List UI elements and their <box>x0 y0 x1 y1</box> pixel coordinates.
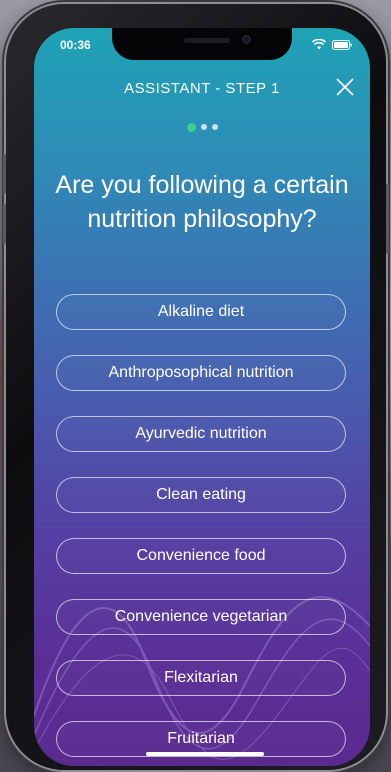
option-convenience-food[interactable]: Convenience food <box>56 538 346 574</box>
option-clean-eating[interactable]: Clean eating <box>56 477 346 513</box>
option-flexitarian[interactable]: Flexitarian <box>56 660 346 696</box>
question-heading: Are you following a certain nutrition ph… <box>55 171 349 233</box>
battery-icon <box>332 39 352 50</box>
power-button <box>386 184 389 254</box>
step-dot <box>200 124 207 130</box>
app-screen: 00:36 ASSISTANT - STEP 1 Are you followi… <box>34 28 370 766</box>
speaker-grille <box>184 38 230 43</box>
step-indicator <box>34 123 370 132</box>
options-list: Alkaline diet Anthroposophical nutrition… <box>56 294 346 766</box>
notch <box>112 28 292 60</box>
status-icons <box>312 39 352 50</box>
home-indicator[interactable] <box>146 752 264 756</box>
step-dot-active <box>186 123 196 132</box>
close-icon[interactable] <box>334 76 356 98</box>
camera-icon <box>242 35 251 44</box>
option-convenience-vegetarian[interactable]: Convenience vegetarian <box>56 599 346 635</box>
step-dot <box>211 124 218 130</box>
volume-button <box>3 154 6 194</box>
phone-frame: 00:36 ASSISTANT - STEP 1 Are you followi… <box>3 4 389 770</box>
option-alkaline-diet[interactable]: Alkaline diet <box>56 294 346 330</box>
option-anthroposophical-nutrition[interactable]: Anthroposophical nutrition <box>56 355 346 391</box>
page-title: ASSISTANT - STEP 1 <box>124 80 280 97</box>
option-ayurvedic-nutrition[interactable]: Ayurvedic nutrition <box>56 416 346 452</box>
status-time: 00:36 <box>60 38 91 52</box>
volume-button <box>3 204 6 244</box>
wifi-icon <box>312 39 326 50</box>
